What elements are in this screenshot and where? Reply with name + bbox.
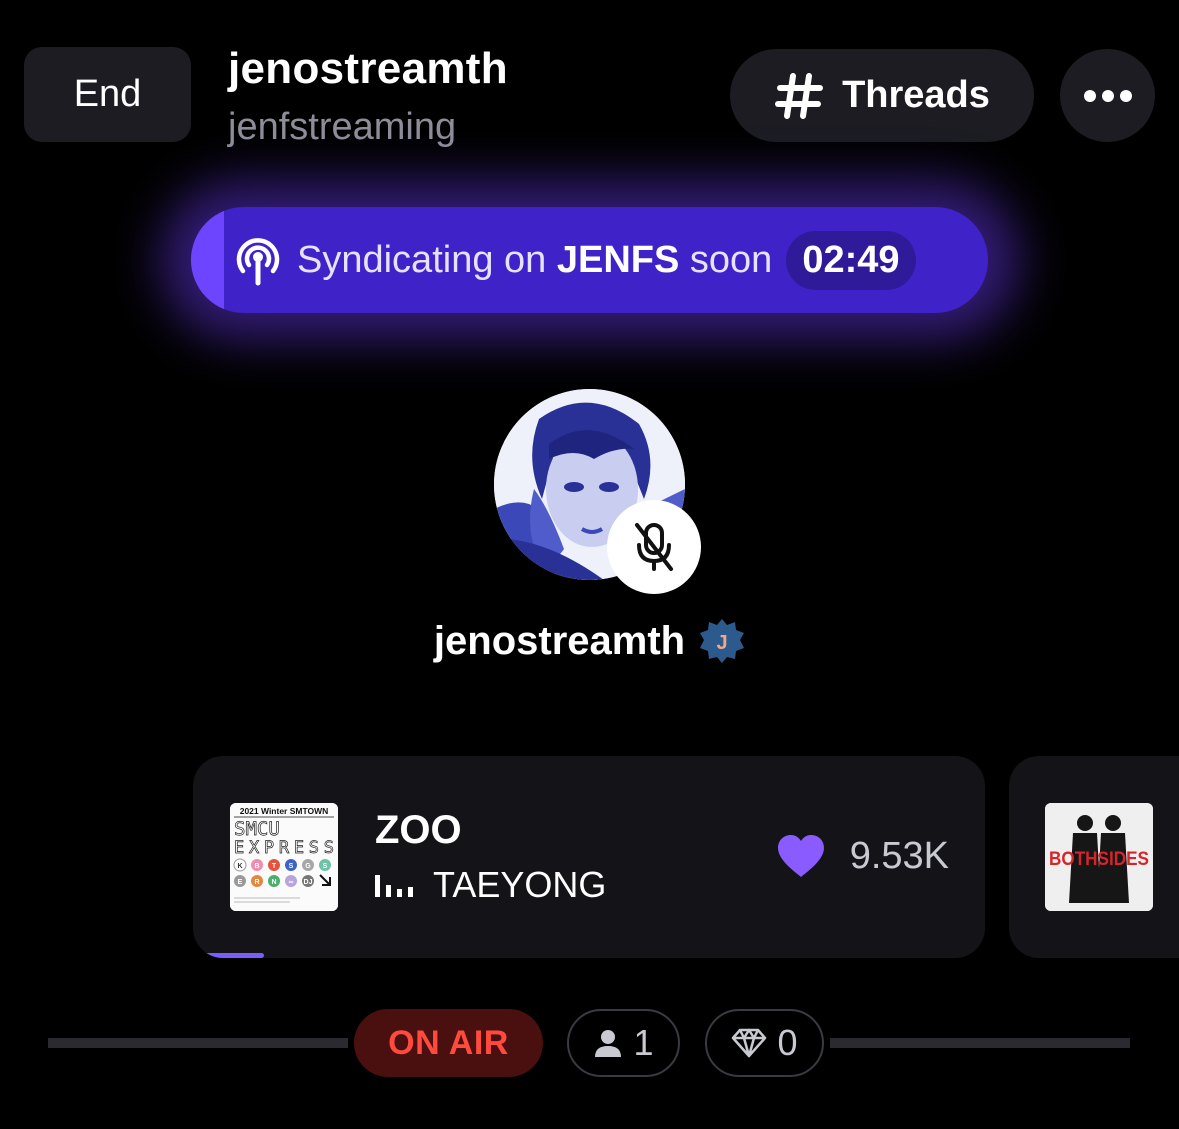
svg-text:B: B bbox=[254, 863, 259, 870]
on-air-badge: ON AIR bbox=[354, 1009, 543, 1077]
equalizer-icon bbox=[375, 875, 413, 897]
station-handle: jenfstreaming bbox=[228, 106, 457, 148]
svg-text:T: T bbox=[272, 863, 277, 870]
syndication-progress bbox=[191, 207, 224, 313]
mic-off-icon bbox=[635, 523, 673, 571]
album-art-graphic: 2021 Winter SMTOWN SMCU EXPRESS K B T S … bbox=[230, 803, 338, 911]
svg-text:R: R bbox=[254, 879, 259, 886]
svg-text:S: S bbox=[289, 863, 294, 870]
album-art-line2: EXPRESS bbox=[234, 838, 334, 858]
threads-label: Threads bbox=[842, 74, 990, 116]
likes-row[interactable]: 9.53K bbox=[776, 834, 949, 878]
end-button[interactable]: End bbox=[24, 47, 191, 142]
on-air-label: ON AIR bbox=[388, 1023, 509, 1062]
footer-divider-left bbox=[48, 1038, 348, 1048]
syndication-target: JENFS bbox=[556, 238, 680, 281]
verified-badge-icon: J bbox=[700, 619, 745, 663]
verified-badge-letter: J bbox=[717, 632, 728, 654]
more-dots-icon bbox=[1083, 89, 1132, 102]
now-playing-card[interactable]: 2021 Winter SMTOWN SMCU EXPRESS K B T S … bbox=[193, 756, 985, 958]
host-name-row: jenostreamth J bbox=[0, 618, 1179, 664]
syndication-countdown: 02:49 bbox=[786, 230, 916, 290]
station-name: jenostreamth bbox=[228, 44, 508, 93]
syndication-suffix: soon bbox=[689, 238, 773, 281]
album-art-line1: SMCU bbox=[234, 818, 280, 840]
track-progress-bar bbox=[193, 953, 265, 958]
person-icon bbox=[595, 1030, 622, 1057]
svg-text:S: S bbox=[323, 863, 328, 870]
gems-pill[interactable]: 0 bbox=[705, 1009, 824, 1077]
more-options-button[interactable] bbox=[1060, 49, 1155, 142]
up-next-album-text: BOTHSIDES bbox=[1049, 849, 1149, 870]
syndication-prefix: Syndicating on bbox=[297, 238, 547, 281]
svg-text:E: E bbox=[238, 879, 243, 886]
hash-icon bbox=[775, 72, 824, 119]
album-art-header: 2021 Winter SMTOWN bbox=[240, 806, 329, 816]
footer-divider-right bbox=[830, 1038, 1130, 1048]
syndication-text: Syndicating on JENFS soon bbox=[297, 239, 772, 282]
end-button-label: End bbox=[73, 73, 142, 115]
threads-button[interactable]: Threads bbox=[730, 49, 1034, 142]
mute-status-badge bbox=[607, 500, 701, 594]
syndication-banner[interactable]: Syndicating on JENFS soon 02:49 bbox=[191, 207, 988, 313]
heart-icon[interactable] bbox=[776, 834, 826, 878]
svg-text:G: G bbox=[305, 863, 311, 870]
svg-text:DJ: DJ bbox=[304, 879, 313, 886]
up-next-card[interactable]: BOTHSIDES bbox=[1009, 756, 1179, 958]
up-next-album-art: BOTHSIDES bbox=[1045, 803, 1153, 911]
listeners-pill[interactable]: 1 bbox=[567, 1009, 680, 1077]
diamond-icon bbox=[732, 1028, 767, 1058]
track-artist: TAEYONG bbox=[433, 864, 607, 905]
track-title: ZOO bbox=[375, 808, 462, 852]
gems-count: 0 bbox=[777, 1022, 798, 1063]
svg-text:K: K bbox=[237, 863, 242, 870]
podcast-broadcast-icon bbox=[236, 238, 280, 286]
station-title-block: jenostreamth jenfstreaming bbox=[228, 42, 508, 150]
svg-text:∞: ∞ bbox=[289, 879, 294, 886]
listeners-count: 1 bbox=[633, 1022, 654, 1063]
likes-count: 9.53K bbox=[849, 834, 949, 877]
up-next-album-graphic: BOTHSIDES bbox=[1045, 803, 1153, 911]
svg-text:N: N bbox=[271, 879, 276, 886]
album-art: 2021 Winter SMTOWN SMCU EXPRESS K B T S … bbox=[230, 803, 338, 911]
host-name: jenostreamth bbox=[433, 618, 686, 663]
track-artist-row: TAEYONG bbox=[375, 864, 606, 906]
